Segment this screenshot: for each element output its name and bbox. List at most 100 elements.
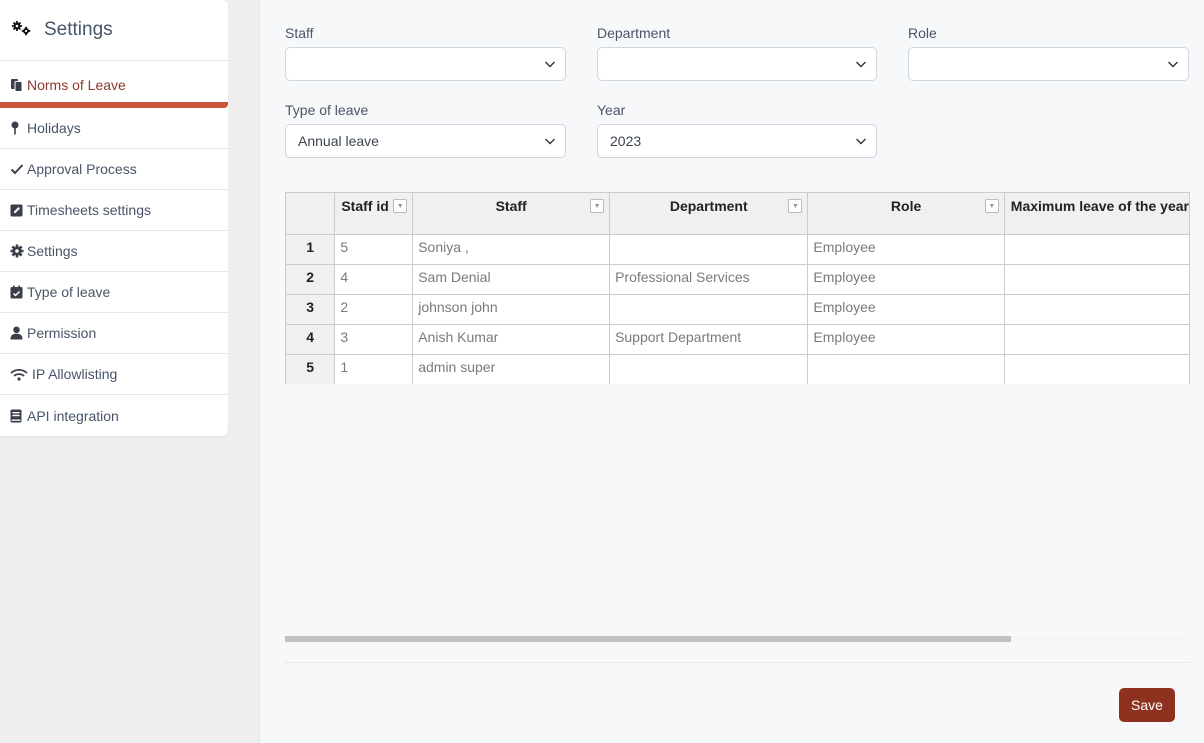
wifi-icon: [10, 366, 31, 382]
cell-staff-id[interactable]: 1: [334, 354, 414, 384]
filter-dropdown-icon[interactable]: ▼: [984, 199, 999, 213]
filter-dropdown-icon[interactable]: ▼: [788, 199, 803, 213]
gear-icon: [10, 243, 26, 259]
cell-staff-id[interactable]: 2: [334, 294, 414, 325]
cell-max-leave[interactable]: [1004, 234, 1190, 265]
cell-role[interactable]: Employee: [807, 294, 1005, 325]
column-header-label: Maximum leave of the year: [1010, 198, 1189, 214]
cell-max-leave[interactable]: [1004, 324, 1190, 355]
row-number: 4: [286, 324, 336, 355]
sidebar-item-norms-of-leave[interactable]: Norms of Leave: [0, 61, 228, 108]
cell-department[interactable]: [609, 234, 809, 265]
cell-staff-id[interactable]: 4: [334, 264, 414, 295]
column-header-max-leave[interactable]: Maximum leave of the year: [1004, 193, 1190, 235]
filter-dropdown-icon[interactable]: ▼: [393, 199, 408, 213]
sidebar-item-timesheets-settings[interactable]: Timesheets settings: [0, 190, 228, 231]
staff-filter-label: Staff: [285, 25, 314, 41]
column-header-label: Role: [890, 198, 922, 214]
sidebar-item-holidays[interactable]: Holidays: [0, 108, 228, 149]
sidebar-item-label: Holidays: [27, 120, 81, 136]
table-row: 3 2 johnson john Employee: [286, 294, 1190, 325]
column-header-staff-id[interactable]: Staff id ▼: [334, 193, 414, 235]
cell-role[interactable]: [807, 354, 1005, 384]
horizontal-scrollbar[interactable]: [285, 636, 1190, 642]
column-header-label: Staff id: [341, 198, 389, 214]
sidebar-item-type-of-leave[interactable]: Type of leave: [0, 272, 228, 313]
cell-department[interactable]: [609, 354, 809, 384]
map-pin-icon: [10, 120, 26, 136]
save-button[interactable]: Save: [1119, 688, 1175, 722]
cell-staff[interactable]: Anish Kumar: [412, 324, 611, 355]
cell-staff-id[interactable]: 5: [334, 234, 414, 265]
gears-icon: [11, 20, 32, 41]
cell-staff[interactable]: Soniya ,: [412, 234, 611, 265]
sidebar-item-label: Timesheets settings: [27, 202, 151, 218]
cell-max-leave[interactable]: [1004, 264, 1190, 295]
leave-norms-grid: Staff id ▼ Staff ▼ Department ▼ Role ▼ M…: [285, 192, 1190, 384]
type-of-leave-label: Type of leave: [285, 102, 369, 118]
book-icon: [10, 408, 26, 424]
role-filter-label: Role: [908, 25, 937, 41]
cell-staff[interactable]: admin super: [412, 354, 611, 384]
calendar-check-icon: [10, 284, 26, 300]
sidebar-title: Settings: [44, 19, 113, 40]
check-icon: [10, 161, 26, 177]
role-select[interactable]: [908, 47, 1189, 81]
department-select[interactable]: [597, 47, 877, 81]
user-icon: [10, 325, 26, 341]
sidebar-item-permission[interactable]: Permission: [0, 313, 228, 354]
table-row: 5 1 admin super: [286, 354, 1190, 384]
chevron-down-icon: [1168, 61, 1178, 68]
table-row: 4 3 Anish Kumar Support Department Emplo…: [286, 324, 1190, 355]
sidebar-item-label: Permission: [27, 325, 97, 341]
row-number: 3: [286, 294, 336, 325]
cell-role[interactable]: Employee: [807, 234, 1005, 265]
table-row: 1 5 Soniya , Employee: [286, 234, 1190, 265]
row-number: 2: [286, 264, 336, 295]
cell-department[interactable]: Professional Services: [609, 264, 809, 295]
edit-square-icon: [10, 202, 26, 218]
cell-staff-id[interactable]: 3: [334, 324, 414, 355]
column-header-role[interactable]: Role ▼: [807, 193, 1005, 235]
sidebar-header: Settings: [0, 0, 228, 61]
sidebar-item-settings[interactable]: Settings: [0, 231, 228, 272]
leave-norms-table: Staff id ▼ Staff ▼ Department ▼ Role ▼ M…: [286, 193, 1190, 384]
year-value: 2023: [610, 133, 642, 149]
sidebar-item-label: Settings: [27, 243, 78, 259]
sidebar-item-ip-allowlisting[interactable]: IP Allowlisting: [0, 354, 228, 395]
column-header-staff[interactable]: Staff ▼: [412, 193, 611, 235]
cell-role[interactable]: Employee: [807, 324, 1005, 355]
staff-select[interactable]: [285, 47, 566, 81]
norms-of-leave-panel: Staff Department Role Type of leave Annu…: [259, 0, 1204, 743]
cell-staff[interactable]: johnson john: [412, 294, 611, 325]
sidebar-item-label: Norms of Leave: [27, 76, 126, 93]
sidebar-item-api-integration[interactable]: API integration: [0, 395, 228, 436]
table-row: 2 4 Sam Denial Professional Services Emp…: [286, 264, 1190, 295]
chevron-down-icon: [545, 138, 555, 145]
chevron-down-icon: [856, 61, 866, 68]
cell-max-leave[interactable]: [1004, 294, 1190, 325]
sidebar-item-approval-process[interactable]: Approval Process: [0, 149, 228, 190]
sidebar-item-label: Type of leave: [27, 284, 111, 300]
cell-department[interactable]: Support Department: [609, 324, 809, 355]
sidebar-item-label: IP Allowlisting: [32, 366, 118, 382]
cell-staff[interactable]: Sam Denial: [412, 264, 611, 295]
sidebar-item-label: API integration: [27, 407, 119, 424]
year-select[interactable]: 2023: [597, 124, 877, 158]
column-header-label: Department: [669, 198, 748, 214]
column-header-label: Staff: [495, 198, 527, 214]
column-header-department[interactable]: Department ▼: [609, 193, 809, 235]
type-of-leave-select[interactable]: Annual leave: [285, 124, 566, 158]
scrollbar-thumb[interactable]: [285, 636, 1011, 642]
cell-role[interactable]: Employee: [807, 264, 1005, 295]
copy-icon: [10, 77, 26, 93]
cell-max-leave[interactable]: [1004, 354, 1190, 384]
row-number: 5: [286, 354, 336, 384]
chevron-down-icon: [856, 138, 866, 145]
table-header-row: Staff id ▼ Staff ▼ Department ▼ Role ▼ M…: [286, 193, 1190, 235]
chevron-down-icon: [545, 61, 555, 68]
footer-divider: [285, 662, 1190, 663]
settings-sidebar: Settings Norms of Leave Holidays Approva…: [0, 0, 228, 436]
filter-dropdown-icon[interactable]: ▼: [590, 199, 605, 213]
cell-department[interactable]: [609, 294, 809, 325]
